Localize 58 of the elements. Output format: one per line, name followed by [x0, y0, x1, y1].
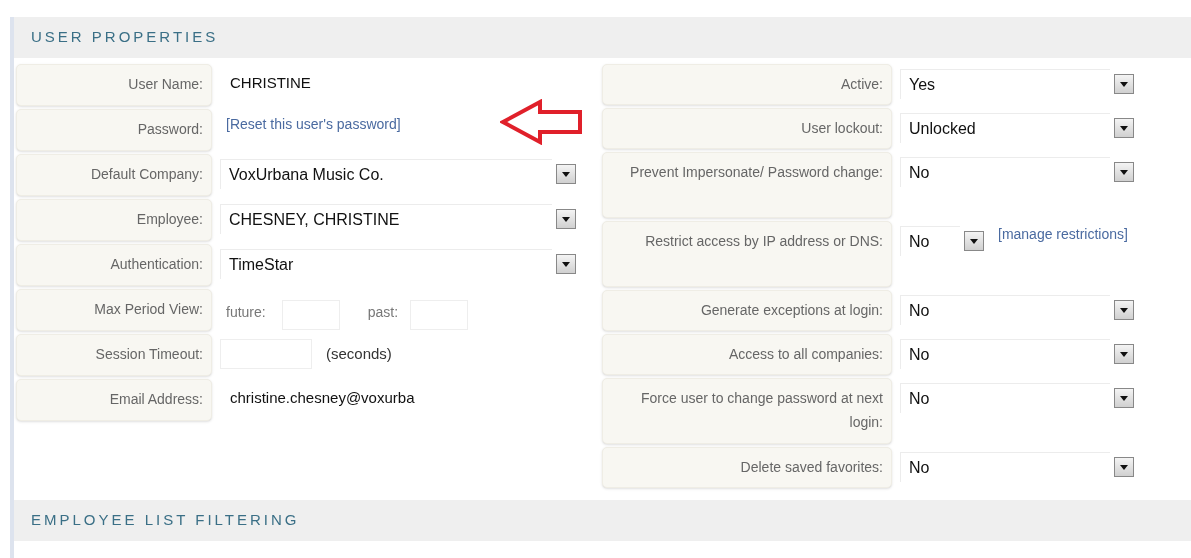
- dropdown-field[interactable]: No: [900, 157, 1110, 187]
- field-label: Force user to change password at next login:: [602, 378, 892, 444]
- dropdown-field[interactable]: Unlocked: [900, 113, 1110, 143]
- section-title: EMPLOYEE LIST FILTERING: [31, 510, 300, 531]
- dropdown-field[interactable]: CHESNEY, CHRISTINE: [220, 204, 552, 234]
- dropdown-field[interactable]: No: [900, 295, 1110, 325]
- caret-icon: [1120, 464, 1128, 470]
- dropdown-button[interactable]: [556, 164, 576, 184]
- caret-icon: [562, 216, 570, 222]
- field-label: Restrict access by IP address or DNS:: [602, 221, 892, 287]
- dropdown-field[interactable]: VoxUrbana Music Co.: [220, 159, 552, 189]
- field-label: Authentication:: [16, 244, 212, 286]
- field-label: Prevent Impersonate/ Password change:: [602, 152, 892, 218]
- dropdown-button[interactable]: [556, 209, 576, 229]
- field-label: Employee:: [16, 199, 212, 241]
- caret-icon: [562, 171, 570, 177]
- dropdown-field[interactable]: No: [900, 226, 960, 256]
- section-title: USER PROPERTIES: [31, 27, 219, 48]
- caret-icon: [1120, 395, 1128, 401]
- caret-icon: [1120, 81, 1128, 87]
- field-value: CHRISTINE: [229, 73, 311, 93]
- field-label: Password:: [16, 109, 212, 151]
- caret-icon: [1120, 307, 1128, 313]
- link[interactable]: [manage restrictions]: [992, 224, 1128, 245]
- field-label: Active:: [602, 64, 892, 105]
- field-label: future:: [225, 302, 266, 322]
- dropdown-button[interactable]: [1114, 162, 1134, 182]
- dropdown-button[interactable]: [1114, 388, 1134, 408]
- dropdown-button[interactable]: [1114, 300, 1134, 320]
- caret-icon: [1120, 169, 1128, 175]
- field-label: Email Address:: [16, 379, 212, 421]
- dropdown-button[interactable]: [964, 231, 984, 251]
- field-label: Max Period View:: [16, 289, 212, 331]
- caret-icon: [1120, 125, 1128, 131]
- dropdown-field[interactable]: No: [900, 452, 1110, 482]
- caret-icon: [1120, 351, 1128, 357]
- dropdown-field[interactable]: TimeStar: [220, 249, 552, 279]
- link[interactable]: [Reset this user's password]: [220, 114, 401, 135]
- caret-icon: [562, 261, 570, 267]
- field-label: Session Timeout:: [16, 334, 212, 376]
- dropdown-button[interactable]: [556, 254, 576, 274]
- field-label: Delete saved favorites:: [602, 447, 892, 488]
- field-label: past:: [367, 302, 399, 322]
- field-label: User lockout:: [602, 108, 892, 149]
- field-label: Access to all companies:: [602, 334, 892, 375]
- dropdown-button[interactable]: [1114, 118, 1134, 138]
- dropdown-field[interactable]: Yes: [900, 69, 1110, 99]
- dropdown-button[interactable]: [1114, 457, 1134, 477]
- dropdown-field[interactable]: No: [900, 339, 1110, 369]
- field-label: User Name:: [16, 64, 212, 106]
- dropdown-button[interactable]: [1114, 74, 1134, 94]
- field-value: christine.chesney@voxurba: [229, 388, 415, 408]
- field-label: Generate exceptions at login:: [602, 290, 892, 331]
- caret-icon: [970, 238, 978, 244]
- unit-label: (seconds): [325, 343, 392, 364]
- dropdown-field[interactable]: No: [900, 383, 1110, 413]
- dropdown-button[interactable]: [1114, 344, 1134, 364]
- field-label: Default Company:: [16, 154, 212, 196]
